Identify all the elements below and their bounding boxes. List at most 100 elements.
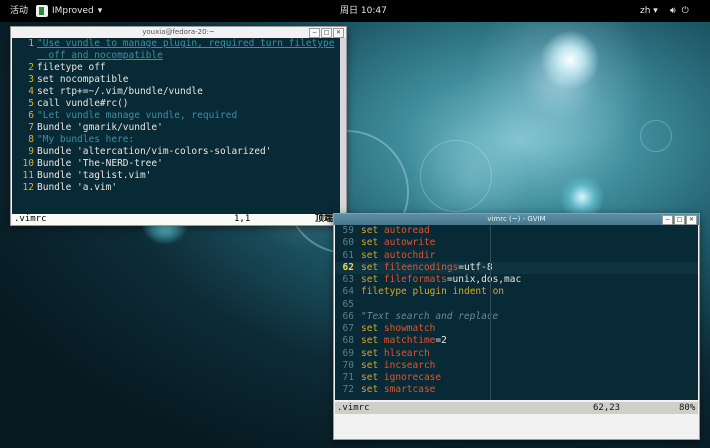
terminal-window[interactable]: youxia@fedora-20:~ − □ ✕ 1 "Use vundle to… (10, 26, 347, 226)
line-text: "Let vundle manage vundle, required (37, 110, 238, 121)
line-number: 63 (342, 274, 354, 285)
line-number: 67 (342, 323, 354, 334)
line-text: Bundle 'altercation/vim-colors-solarized… (37, 146, 272, 157)
code-line[interactable]: 64 filetype plugin indent on (335, 286, 698, 298)
command-keyword: set (361, 249, 379, 261)
line-number: 66 (342, 310, 354, 322)
status-cursor-position: 62,23 (593, 403, 621, 413)
command-keyword: set (361, 359, 379, 371)
input-language-selector[interactable]: zh ▾ (640, 0, 658, 22)
status-scroll-position: 80% (679, 403, 696, 413)
code-line[interactable]: 10 Bundle 'The-NERD-tree' (12, 158, 345, 170)
option-name: incsearch (383, 359, 436, 371)
minimize-button[interactable]: − (309, 28, 320, 38)
option-name: fileformats (383, 274, 447, 285)
command-keyword: set (361, 335, 379, 347)
code-line[interactable]: 4 set rtp+=~/.vim/bundle/vundle (12, 86, 345, 98)
line-text: Bundle 'The-NERD-tree' (37, 158, 163, 169)
line-number: 1 (28, 38, 34, 49)
code-line[interactable]: 5 call vundle#rc() (12, 98, 345, 110)
line-number: 7 (28, 122, 34, 133)
vim-status-line: .vimrc 62,23 80% (335, 402, 698, 414)
close-button[interactable]: ✕ (333, 28, 344, 38)
code-line[interactable]: 71 set ignorecase (335, 372, 698, 384)
maximize-button[interactable]: □ (321, 28, 332, 38)
code-line[interactable]: 61 set autochdir (335, 250, 698, 262)
code-line[interactable]: 6 "Let vundle manage vundle, required (12, 110, 345, 122)
gvim-titlebar[interactable]: vimrc (~) - GVIM − □ ✕ (334, 214, 699, 225)
code-line[interactable]: 3 set nocompatible (12, 74, 345, 86)
option-value: =utf-8 (458, 261, 493, 273)
line-number: 9 (28, 146, 34, 157)
option-name: autochdir (383, 249, 436, 261)
command-keyword: set (361, 274, 379, 285)
code-line[interactable]: 1 "Use vundle to manage plugin, required … (12, 38, 345, 50)
line-number: 12 (22, 182, 34, 193)
chevron-down-icon: ▾ (97, 6, 103, 16)
line-number: 3 (28, 74, 34, 85)
line-text: Bundle 'taglist.vim' (37, 170, 152, 181)
close-button[interactable]: ✕ (686, 215, 697, 225)
line-number: 10 (22, 158, 34, 169)
code-line[interactable]: 63 set fileformats=unix,dos,mac (335, 274, 698, 286)
line-number: 11 (22, 170, 34, 181)
line-number: 2 (28, 62, 34, 73)
code-line[interactable]: 69 set hlsearch (335, 348, 698, 360)
code-line[interactable]: 72 set smartcase (335, 384, 698, 396)
code-line[interactable]: 7 Bundle 'gmarik/vundle' (12, 122, 345, 134)
code-line[interactable]: 8 "My bundles here: (12, 134, 345, 146)
status-filename: .vimrc (337, 403, 370, 413)
code-line[interactable]: 67 set showmatch (335, 323, 698, 335)
volume-icon[interactable]: 🔊︎ (670, 0, 676, 22)
terminal-titlebar[interactable]: youxia@fedora-20:~ − □ ✕ (11, 27, 346, 38)
color-column (490, 225, 491, 400)
power-icon[interactable]: ⏻ (682, 0, 689, 22)
line-number: 62 (342, 261, 354, 273)
top-panel: 活动 IMproved ▾ 周日 10:47 zh ▾ 🔊︎ ⏻ (0, 0, 710, 22)
code-line[interactable]: 66 "Text search and replace (335, 311, 698, 323)
clock[interactable]: 周日 10:47 (340, 0, 387, 22)
gvim-editor[interactable]: 59 set autoread 60 set autowrite 61 set autoc… (335, 225, 698, 400)
activities-button[interactable]: 活动 (10, 0, 28, 22)
app-menu[interactable]: IMproved ▾ (36, 0, 102, 22)
gvim-app-icon (36, 5, 48, 17)
command-keyword: set (361, 384, 379, 396)
code-line[interactable]: 11 Bundle 'taglist.vim' (12, 170, 345, 182)
maximize-button[interactable]: □ (674, 215, 685, 225)
option-value: =2 (435, 335, 447, 347)
command-keyword: set (361, 237, 379, 249)
line-number: 69 (342, 347, 354, 359)
terminal-editor[interactable]: 1 "Use vundle to manage plugin, required … (12, 38, 345, 214)
line-number: 71 (342, 372, 354, 383)
wallpaper-bubble (640, 120, 672, 152)
command-keyword: set (361, 261, 379, 273)
gvim-window[interactable]: vimrc (~) - GVIM − □ ✕ 59 set autoread 60 s… (333, 213, 700, 440)
code-line[interactable]: 2 filetype off (12, 62, 345, 74)
minimize-button[interactable]: − (662, 215, 673, 225)
line-number: 59 (342, 225, 354, 236)
scrollbar[interactable] (340, 38, 346, 214)
code-line[interactable]: 62 set fileencodings=utf-8 (335, 261, 698, 274)
comment-text: "Text search and replace (361, 310, 499, 322)
line-text: filetype off (37, 62, 106, 73)
option-name: matchtime (383, 335, 436, 347)
line-text: call vundle#rc() (37, 98, 129, 109)
code-line[interactable]: off and nocompatible (12, 50, 345, 62)
option-name: showmatch (383, 323, 436, 334)
vim-status-line: .vimrc 1,1 顶端 (12, 214, 345, 225)
line-number: 8 (28, 134, 34, 145)
code-line[interactable]: 12 Bundle 'a.vim' (12, 182, 345, 194)
code-line[interactable]: 60 set autowrite (335, 237, 698, 249)
option-name: autowrite (383, 237, 436, 249)
line-text: Bundle 'a.vim' (37, 182, 118, 193)
line-number: 60 (342, 237, 354, 249)
system-tray[interactable]: 🔊︎ ⏻ (670, 0, 689, 22)
code-line[interactable]: 68 set matchtime=2 (335, 335, 698, 347)
code-line[interactable]: 59 set autoread (335, 225, 698, 237)
code-line[interactable]: 9 Bundle 'altercation/vim-colors-solarize… (12, 146, 345, 158)
code-line[interactable]: 70 set incsearch (335, 360, 698, 372)
option-value: =unix,dos,mac (446, 274, 522, 285)
line-text: set rtp+=~/.vim/bundle/vundle (37, 86, 203, 97)
code-line[interactable]: 65 (335, 299, 698, 311)
line-text: "Use vundle to manage plugin, required t… (37, 38, 335, 49)
